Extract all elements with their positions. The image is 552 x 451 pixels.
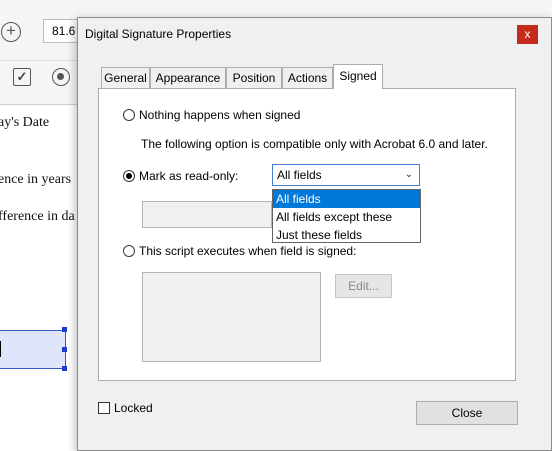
close-icon[interactable]: x (517, 25, 538, 44)
edit-button[interactable]: Edit... (335, 274, 392, 298)
nothing-happens-label[interactable]: Nothing happens when signed (139, 108, 300, 122)
form-text-line-2: ence in years (0, 172, 72, 187)
select-value: All fields (277, 168, 322, 182)
read-only-fields-dropdown: All fields All fields except these Just … (272, 189, 421, 243)
form-text-line-1: ay's Date (0, 115, 50, 130)
dropdown-option-all-fields[interactable]: All fields (273, 190, 420, 208)
locked-checkbox[interactable] (98, 402, 110, 414)
mark-read-only-label[interactable]: Mark as read-only: (139, 169, 238, 183)
form-text-line-3: fference in da (0, 209, 75, 224)
close-button[interactable]: Close (416, 401, 518, 425)
resize-handle-bottom-right[interactable] (62, 366, 67, 371)
selected-form-field[interactable] (0, 330, 66, 369)
read-only-fields-box (142, 201, 272, 228)
tab-actions[interactable]: Actions (282, 67, 333, 88)
nothing-happens-radio[interactable] (123, 109, 135, 121)
radio-tool-icon[interactable] (52, 68, 70, 86)
tab-position[interactable]: Position (226, 67, 282, 88)
read-only-fields-select[interactable]: All fields ⌄ (272, 164, 420, 186)
tab-general[interactable]: General (101, 67, 150, 88)
script-executes-radio[interactable] (123, 245, 135, 257)
chevron-down-icon[interactable]: ⌄ (399, 165, 419, 185)
resize-handle-right[interactable] (62, 347, 67, 352)
mark-read-only-radio[interactable] (123, 170, 135, 182)
locked-label[interactable]: Locked (114, 401, 153, 415)
field-caret (0, 341, 1, 357)
tab-appearance[interactable]: Appearance (150, 67, 226, 88)
resize-handle-top-right[interactable] (62, 327, 67, 332)
checkbox-tool-icon[interactable]: ✓ (13, 68, 31, 86)
dropdown-option-all-except[interactable]: All fields except these (273, 208, 420, 226)
tab-signed[interactable]: Signed (333, 64, 383, 89)
zoom-level-value: 81.6 (52, 24, 76, 38)
dialog-title: Digital Signature Properties (85, 27, 232, 41)
digital-signature-properties-dialog: Digital Signature Properties x General A… (77, 17, 552, 451)
script-preview-box (142, 272, 321, 362)
script-executes-label[interactable]: This script executes when field is signe… (139, 244, 356, 258)
zoom-in-icon[interactable]: + (1, 22, 21, 42)
compatibility-note: The following option is compatible only … (141, 137, 488, 151)
dropdown-option-just-these[interactable]: Just these fields (273, 226, 420, 244)
